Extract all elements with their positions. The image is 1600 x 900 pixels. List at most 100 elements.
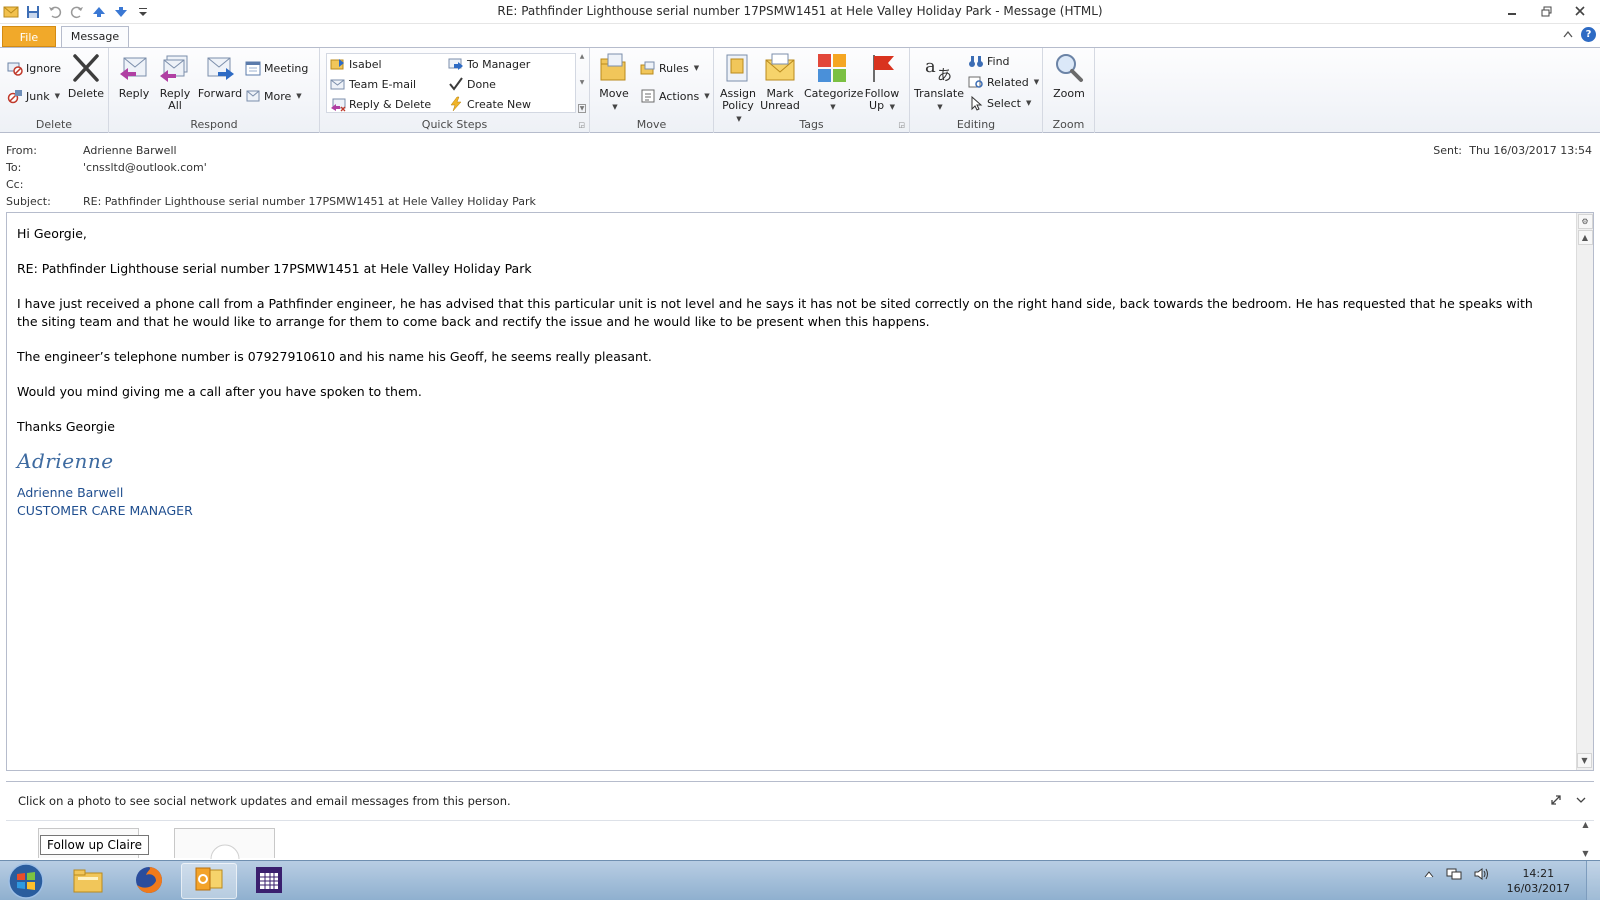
select-button[interactable]: Select ▼ [968,95,1031,111]
taskbar-clock[interactable]: 14:21 16/03/2017 [1507,866,1570,896]
expand-people-pane-icon[interactable] [1550,794,1562,809]
delete-label: Delete [67,87,105,100]
show-desktop-button[interactable] [1586,861,1600,900]
dialog-launcher-icon[interactable]: ◲ [578,121,585,129]
taskbar-outlook[interactable] [181,863,237,899]
ignore-label: Ignore [26,61,61,75]
quickstep-isabel[interactable]: Isabel [330,56,382,72]
rules-icon [640,60,656,76]
sent-value: Thu 16/03/2017 13:54 [1469,144,1592,157]
ribbon-tab-bar: File Message ? [0,24,1600,48]
rules-button[interactable]: Rules ▼ [640,60,699,76]
cursor-arrow-icon [968,95,984,111]
volume-icon[interactable] [1474,867,1490,884]
chevron-down-icon: ▼ [612,103,618,111]
quickstep-done-label: Done [467,77,496,91]
vertical-scrollbar[interactable]: ⚙ ▲ ▼ [1576,213,1593,770]
meeting-button[interactable]: Meeting [245,60,308,76]
calendar-app-icon [254,865,284,898]
assign-policy-button[interactable]: Assign Policy ▼ [718,52,758,125]
group-label-tags: Tags [799,118,824,131]
dialog-launcher-icon[interactable]: ◲ [898,121,905,129]
person-photo[interactable] [174,828,275,874]
mark-unread-button[interactable]: Mark Unread [760,52,800,112]
group-label-move: Move [636,118,667,131]
group-tags: Assign Policy ▼ Mark Unread Categorize ▼… [714,48,910,133]
show-hidden-icons-icon[interactable] [1424,870,1434,881]
tab-message[interactable]: Message [61,26,129,48]
subject-label: Subject: [6,195,51,208]
windows-taskbar: 14:21 16/03/2017 [0,860,1600,900]
close-button[interactable] [1566,2,1594,20]
tab-file[interactable]: File [2,26,56,47]
translate-icon: aあ [923,52,955,84]
clock-time: 14:21 [1522,867,1555,880]
svg-text:あ: あ [937,66,952,84]
find-label: Find [987,54,1010,68]
quickstep-team-email[interactable]: Team E-mail [330,76,416,92]
collapse-people-pane-icon[interactable] [1576,794,1586,809]
clock-date: 16/03/2017 [1506,882,1570,895]
rules-label: Rules [659,61,689,75]
translate-button[interactable]: aあ Translate ▼ [914,52,964,113]
quickstep-reply-delete[interactable]: Reply & Delete [330,96,431,112]
chevron-down-icon: ▼ [704,92,710,100]
checkmark-icon [448,76,464,92]
group-editing: aあ Translate ▼ Find Related ▼ Select ▼ E… [910,48,1043,133]
reply-button[interactable]: Reply [115,52,153,100]
scroll-down-icon[interactable]: ▼ [1577,753,1592,768]
related-label: Related [987,75,1029,89]
related-button[interactable]: Related ▼ [968,74,1039,90]
network-icon[interactable] [1446,867,1462,884]
gallery-up-icon[interactable]: ▲ [580,53,585,60]
message-body-pane[interactable]: Hi Georgie, RE: Pathfinder Lighthouse se… [6,212,1594,771]
move-button[interactable]: Move ▼ [596,52,632,113]
to-row: To: 'cnssltd@outlook.com' [6,161,207,174]
junk-button[interactable]: Junk ▼ [7,88,60,104]
categorize-button[interactable]: Categorize ▼ [804,52,863,113]
find-button[interactable]: Find [968,53,1010,69]
minimize-ribbon-icon[interactable] [1563,28,1573,41]
help-icon[interactable]: ? [1581,27,1596,42]
restore-button[interactable] [1532,2,1560,20]
zoom-button[interactable]: Zoom [1049,52,1089,100]
signature-title: CUSTOMER CARE MANAGER [17,502,193,518]
ribbon: Ignore Junk ▼ Delete Delete Reply Reply … [0,47,1600,133]
taskbar-file-explorer[interactable] [60,863,116,899]
quickstep-isabel-label: Isabel [349,57,382,71]
actions-button[interactable]: Actions ▼ [640,88,710,104]
follow-up-button[interactable]: Follow Up ▼ [862,52,902,113]
body-paragraph-1: I have just received a phone call from a… [17,296,1533,329]
taskbar-firefox[interactable] [121,863,177,899]
reply-all-button[interactable]: Reply All [155,52,195,112]
people-pane-scrollbar[interactable]: ▲ ▼ [1577,820,1594,858]
quickstep-to-manager[interactable]: To Manager [448,56,530,72]
reply-icon [118,52,150,84]
delete-button[interactable]: Delete [66,52,106,100]
magnifier-icon [1053,52,1085,84]
quickstep-done[interactable]: Done [448,76,496,92]
view-settings-icon[interactable]: ⚙ [1577,214,1593,229]
gallery-expand-icon[interactable]: ▼ [577,104,587,113]
follow-up-flag-icon [866,52,898,84]
start-button[interactable] [6,862,48,900]
people-pane-divider [6,820,1594,821]
categorize-color-squares-icon [816,52,848,84]
quick-steps-gallery-scroll[interactable]: ▲ ▼ ▼ [577,53,587,113]
scroll-down-icon[interactable]: ▼ [1582,849,1588,858]
from-value[interactable]: Adrienne Barwell [83,144,177,157]
more-respond-button[interactable]: More ▼ [245,88,302,104]
gallery-down-icon[interactable]: ▼ [580,79,585,86]
taskbar-app-calendar[interactable] [241,863,297,899]
scroll-up-icon[interactable]: ▲ [1582,820,1588,829]
forward-button[interactable]: Forward [197,52,243,100]
chevron-down-icon: ▼ [54,92,60,100]
move-folder-icon [598,52,630,84]
scroll-up-icon[interactable]: ▲ [1577,230,1593,245]
chevron-down-icon: ▼ [1025,99,1032,107]
to-value[interactable]: 'cnssltd@outlook.com' [83,161,207,174]
ignore-button[interactable]: Ignore [7,60,61,76]
minimize-button[interactable] [1498,2,1526,20]
quickstep-create-new[interactable]: Create New [448,96,531,112]
group-move: Move ▼ Rules ▼ Actions ▼ Move [590,48,714,133]
